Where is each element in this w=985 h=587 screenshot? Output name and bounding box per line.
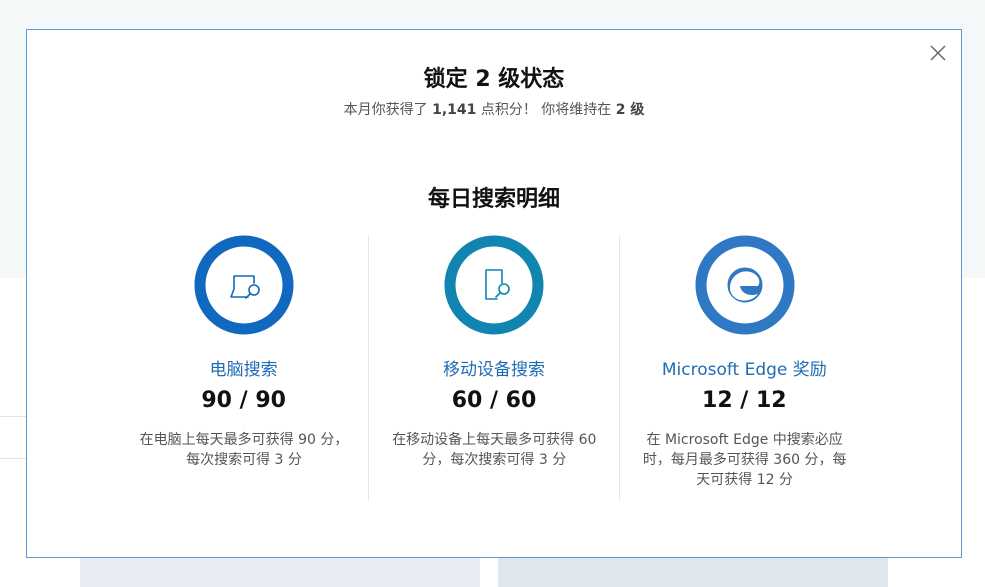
level-value: 2 级 <box>615 102 645 118</box>
edge-icon <box>727 267 763 303</box>
card-description: 在移动设备上每天最多可获得 60 分，每次搜索可得 3 分 <box>392 432 597 468</box>
card-score: 60 / 60 <box>451 388 537 413</box>
card-edge-bonus: Microsoft Edge 奖励 12 / 12 在 Microsoft Ed… <box>618 235 869 500</box>
subtitle-prefix: 本月你获得了 <box>343 102 433 118</box>
card-mobile-search: 移动设备搜索 60 / 60 在移动设备上每天最多可获得 60 分，每次搜索可得… <box>368 235 618 500</box>
search-breakdown: 电脑搜索 90 / 90 在电脑上每天最多可获得 90 分，每次搜索可得 3 分… <box>119 235 869 500</box>
dialog-subtitle: 本月你获得了 1,141 点积分！ 你将维持在 2 级 <box>27 99 961 119</box>
close-icon <box>930 45 946 61</box>
card-pc-search: 电脑搜索 90 / 90 在电脑上每天最多可获得 90 分，每次搜索可得 3 分 <box>119 235 368 500</box>
progress-ring <box>444 235 544 335</box>
card-description: 在电脑上每天最多可获得 90 分，每次搜索可得 3 分 <box>139 432 349 468</box>
progress-ring <box>194 235 294 335</box>
mobile-search-icon <box>485 269 511 300</box>
card-score: 12 / 12 <box>702 388 787 413</box>
subtitle-middle: 点积分！ 你将维持在 <box>476 102 616 118</box>
background-card <box>498 556 888 587</box>
card-label: 移动设备搜索 <box>442 360 545 380</box>
dialog-title: 锁定 2 级状态 <box>423 67 565 92</box>
progress-ring <box>695 235 795 335</box>
pc-search-icon <box>230 275 260 299</box>
card-label: Microsoft Edge 奖励 <box>661 360 827 380</box>
card-score: 90 / 90 <box>201 388 286 413</box>
card-label: 电脑搜索 <box>209 360 278 380</box>
points-value: 1,141 <box>432 102 477 118</box>
section-title: 每日搜索明细 <box>427 187 560 212</box>
background-card <box>80 556 480 587</box>
level-status-dialog: 锁定 2 级状态 本月你获得了 1,141 点积分！ 你将维持在 2 级 每日搜… <box>26 29 962 558</box>
card-description: 在 Microsoft Edge 中搜索必应时，每月最多可获得 360 分，每天… <box>642 432 847 488</box>
